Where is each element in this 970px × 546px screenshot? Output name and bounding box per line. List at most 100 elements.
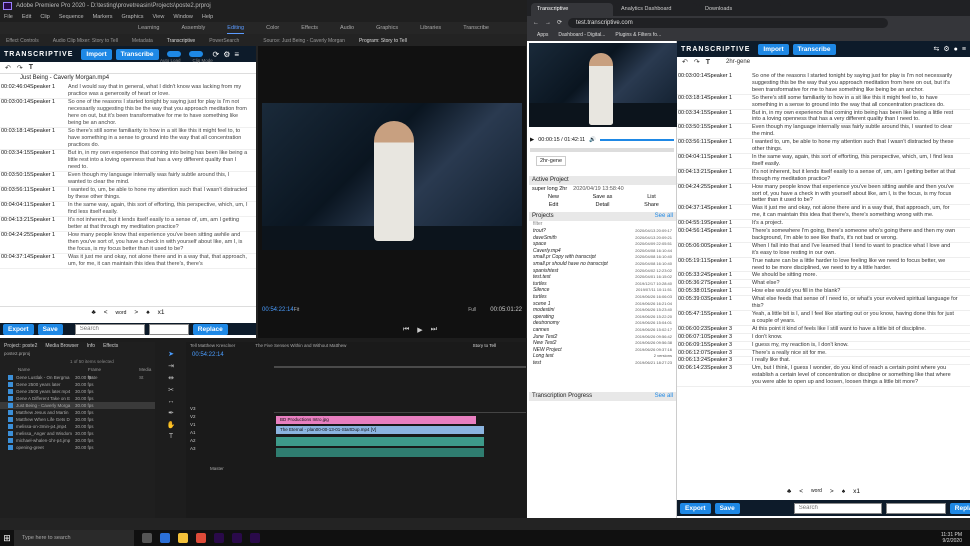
workspace-transcribe[interactable]: Transcribe	[463, 22, 489, 34]
tab-program[interactable]: Program: Story to Tell	[359, 36, 407, 46]
web-play-icon[interactable]: ▶	[530, 137, 534, 143]
row-timecode[interactable]: 00:03:18:14	[677, 95, 707, 109]
project-list-item[interactable]: June Test2 2019/06/26 09:56:42	[529, 334, 676, 341]
menu-icon[interactable]: ≡	[234, 50, 239, 59]
transcript-row[interactable]: 00:03:34:15 Speaker 1 But in, in my own ex…	[677, 110, 970, 125]
transcript-row[interactable]: 00:06:12:07 Speaker 3 There's a really nic…	[677, 350, 970, 358]
transcript-row[interactable]: 00:06:00:23 Speaker 3 At this point it kin…	[677, 326, 970, 334]
search-input[interactable]	[74, 323, 145, 335]
transcript-row[interactable]: 00:03:50:15 Speaker 1 Even though my langu…	[677, 124, 970, 140]
next-speaker-button[interactable]: ♠	[146, 309, 149, 316]
row-text[interactable]: True nature can be a little harder to lo…	[752, 258, 970, 272]
workspace-effects[interactable]: Effects	[301, 22, 318, 34]
step-forward-icon[interactable]: ⏭	[431, 326, 437, 336]
menu-file[interactable]: File	[4, 12, 13, 22]
row-timecode[interactable]: 00:04:55:19	[677, 220, 707, 227]
row-speaker[interactable]: Speaker 1	[707, 110, 752, 124]
project-list-item[interactable]: spanishtest 2020/04/02 12:23:02	[529, 268, 676, 275]
windows-start-icon[interactable]: ⊞	[0, 530, 14, 546]
row-text[interactable]: It's not inherent, but it lends itself e…	[752, 169, 970, 183]
row-text[interactable]: I really like that.	[752, 357, 970, 364]
menu-markers[interactable]: Markers	[93, 12, 113, 22]
project-item[interactable]: Gene Lustlak - On Bergma 30.00 fps	[0, 374, 155, 381]
row-timecode[interactable]: 00:06:09:15	[677, 342, 707, 349]
row-speaker[interactable]: Speaker 1	[707, 139, 752, 153]
track-v2[interactable]: V2	[190, 414, 220, 419]
row-timecode[interactable]: 00:04:56:14	[677, 228, 707, 242]
row-speaker[interactable]: Speaker 3	[707, 342, 752, 349]
web-import-button[interactable]: Import	[758, 43, 789, 55]
row-text[interactable]: What else?	[752, 280, 970, 287]
project-list-item[interactable]: New Test2 2019/06/26 09:56:38	[529, 340, 676, 347]
transcript-row[interactable]: 00:04:55:19 Speaker 1 It's a project.	[677, 220, 970, 229]
back-icon[interactable]: ←	[533, 20, 539, 26]
track-a2[interactable]: A2	[190, 438, 220, 443]
web-video-player[interactable]	[529, 43, 677, 127]
row-text[interactable]: But in, in my own experience that coming…	[68, 150, 256, 171]
row-timecode[interactable]: 00:03:34:15	[677, 110, 707, 124]
web-link-icon[interactable]: ⇆	[934, 45, 940, 53]
row-speaker[interactable]: Speaker 1	[707, 184, 752, 205]
row-timecode[interactable]: 00:03:18:14	[0, 128, 30, 149]
program-timecode[interactable]: 00:54:22:14	[262, 307, 294, 313]
forward-icon[interactable]: →	[545, 20, 551, 26]
row-speaker[interactable]: Speaker 1	[28, 99, 68, 127]
row-speaker[interactable]: Speaker 1	[28, 232, 68, 253]
razor-tool-icon[interactable]: ✂	[168, 386, 174, 394]
row-speaker[interactable]: Speaker 1	[707, 258, 752, 272]
reload-icon[interactable]: ⟳	[557, 19, 562, 26]
project-list-item[interactable]: small.pr should have no transcript 2020/0…	[529, 261, 676, 268]
tab-metadata[interactable]: Metadata	[132, 36, 153, 46]
row-timecode[interactable]: 00:04:04:11	[677, 154, 707, 168]
workspace-color[interactable]: Color	[266, 22, 279, 34]
web-replace-button[interactable]: Replace	[949, 502, 970, 514]
row-timecode[interactable]: 00:04:13:21	[677, 169, 707, 183]
transcript-row[interactable]: 00:05:39:03 Speaker 1 What else feeds that…	[677, 296, 970, 311]
row-speaker[interactable]: Speaker 1	[707, 73, 752, 94]
transcript-row[interactable]: 00:03:18:14 Speaker 1 So there's still som…	[0, 128, 256, 150]
edit-button[interactable]: Edit	[529, 201, 578, 209]
clip-v1-blue[interactable]: The Eternal - plan00-00-13-01-StartDup.m…	[276, 426, 484, 434]
row-timecode[interactable]: 00:03:50:15	[677, 124, 707, 138]
row-text[interactable]: Yeah, a little bit is I, and I feel like…	[752, 311, 970, 325]
menu-sequence[interactable]: Sequence	[59, 12, 84, 22]
prev-word-button[interactable]: <	[104, 309, 108, 316]
list-button[interactable]: List	[627, 193, 676, 201]
row-timecode[interactable]: 00:03:00:14	[677, 73, 707, 94]
workspace-audio[interactable]: Audio	[340, 22, 354, 34]
row-speaker[interactable]: Speaker 1	[707, 124, 752, 138]
row-text[interactable]: How many people know that experience you…	[68, 232, 256, 253]
col-name[interactable]: Name	[18, 366, 30, 374]
row-text[interactable]: But in, in my own experience that coming…	[752, 110, 970, 124]
row-timecode[interactable]: 00:05:06:00	[677, 243, 707, 257]
project-list-item[interactable]: Caverly.mp4 2020/04/08 16:10:44	[529, 248, 676, 255]
row-speaker[interactable]: Speaker 1	[707, 205, 752, 219]
clip-a1[interactable]	[276, 437, 484, 446]
row-speaker[interactable]: Speaker 1	[707, 95, 752, 109]
transcript-row[interactable]: 00:06:14:23 Speaker 3 Um, but I think, I g…	[677, 365, 970, 388]
web-prev-speaker-button[interactable]: ♣	[787, 488, 791, 495]
row-timecode[interactable]: 00:03:56:11	[677, 139, 707, 153]
row-text[interactable]: Was it just me and okay, not alone there…	[752, 205, 970, 219]
project-list-item[interactable]: NEW Project 2019/06/26 09:37:16	[529, 347, 676, 354]
project-list-item[interactable]: cannes 2019/06/26 15:02:17	[529, 327, 676, 334]
tab-audio-clip-mixer[interactable]: Audio Clip Mixer: Story to Tell	[53, 36, 118, 46]
row-speaker[interactable]: Speaker 3	[707, 334, 752, 341]
project-item[interactable]: opening-greet 30.00 fps	[0, 444, 155, 451]
play-icon[interactable]: ▶	[417, 326, 422, 336]
row-timecode[interactable]: 00:06:14:23	[677, 365, 707, 386]
taskbar-clock[interactable]: 11:31 PM 9/2/2020	[941, 532, 962, 544]
web-undo-icon[interactable]: ↶	[682, 58, 688, 66]
row-speaker[interactable]: Speaker 1	[707, 220, 752, 227]
row-text[interactable]: I guess my, my reaction is, I don't know…	[752, 342, 970, 349]
row-timecode[interactable]: 00:03:56:11	[0, 187, 30, 201]
web-gear-icon[interactable]: ⚙	[943, 45, 949, 53]
workspace-libraries[interactable]: Libraries	[420, 22, 441, 34]
slip-tool-icon[interactable]: ↔	[168, 398, 175, 405]
row-speaker[interactable]: Speaker 1	[707, 154, 752, 168]
project-list-item[interactable]: deutronomy 2019/06/26 15:04:01	[529, 320, 676, 327]
web-playback-speed[interactable]: x1	[853, 488, 860, 495]
row-text[interactable]: It's a project.	[752, 220, 970, 227]
chrome-tab-transcriptive[interactable]: Transcriptive	[531, 3, 613, 16]
menu-edit[interactable]: Edit	[22, 12, 31, 22]
